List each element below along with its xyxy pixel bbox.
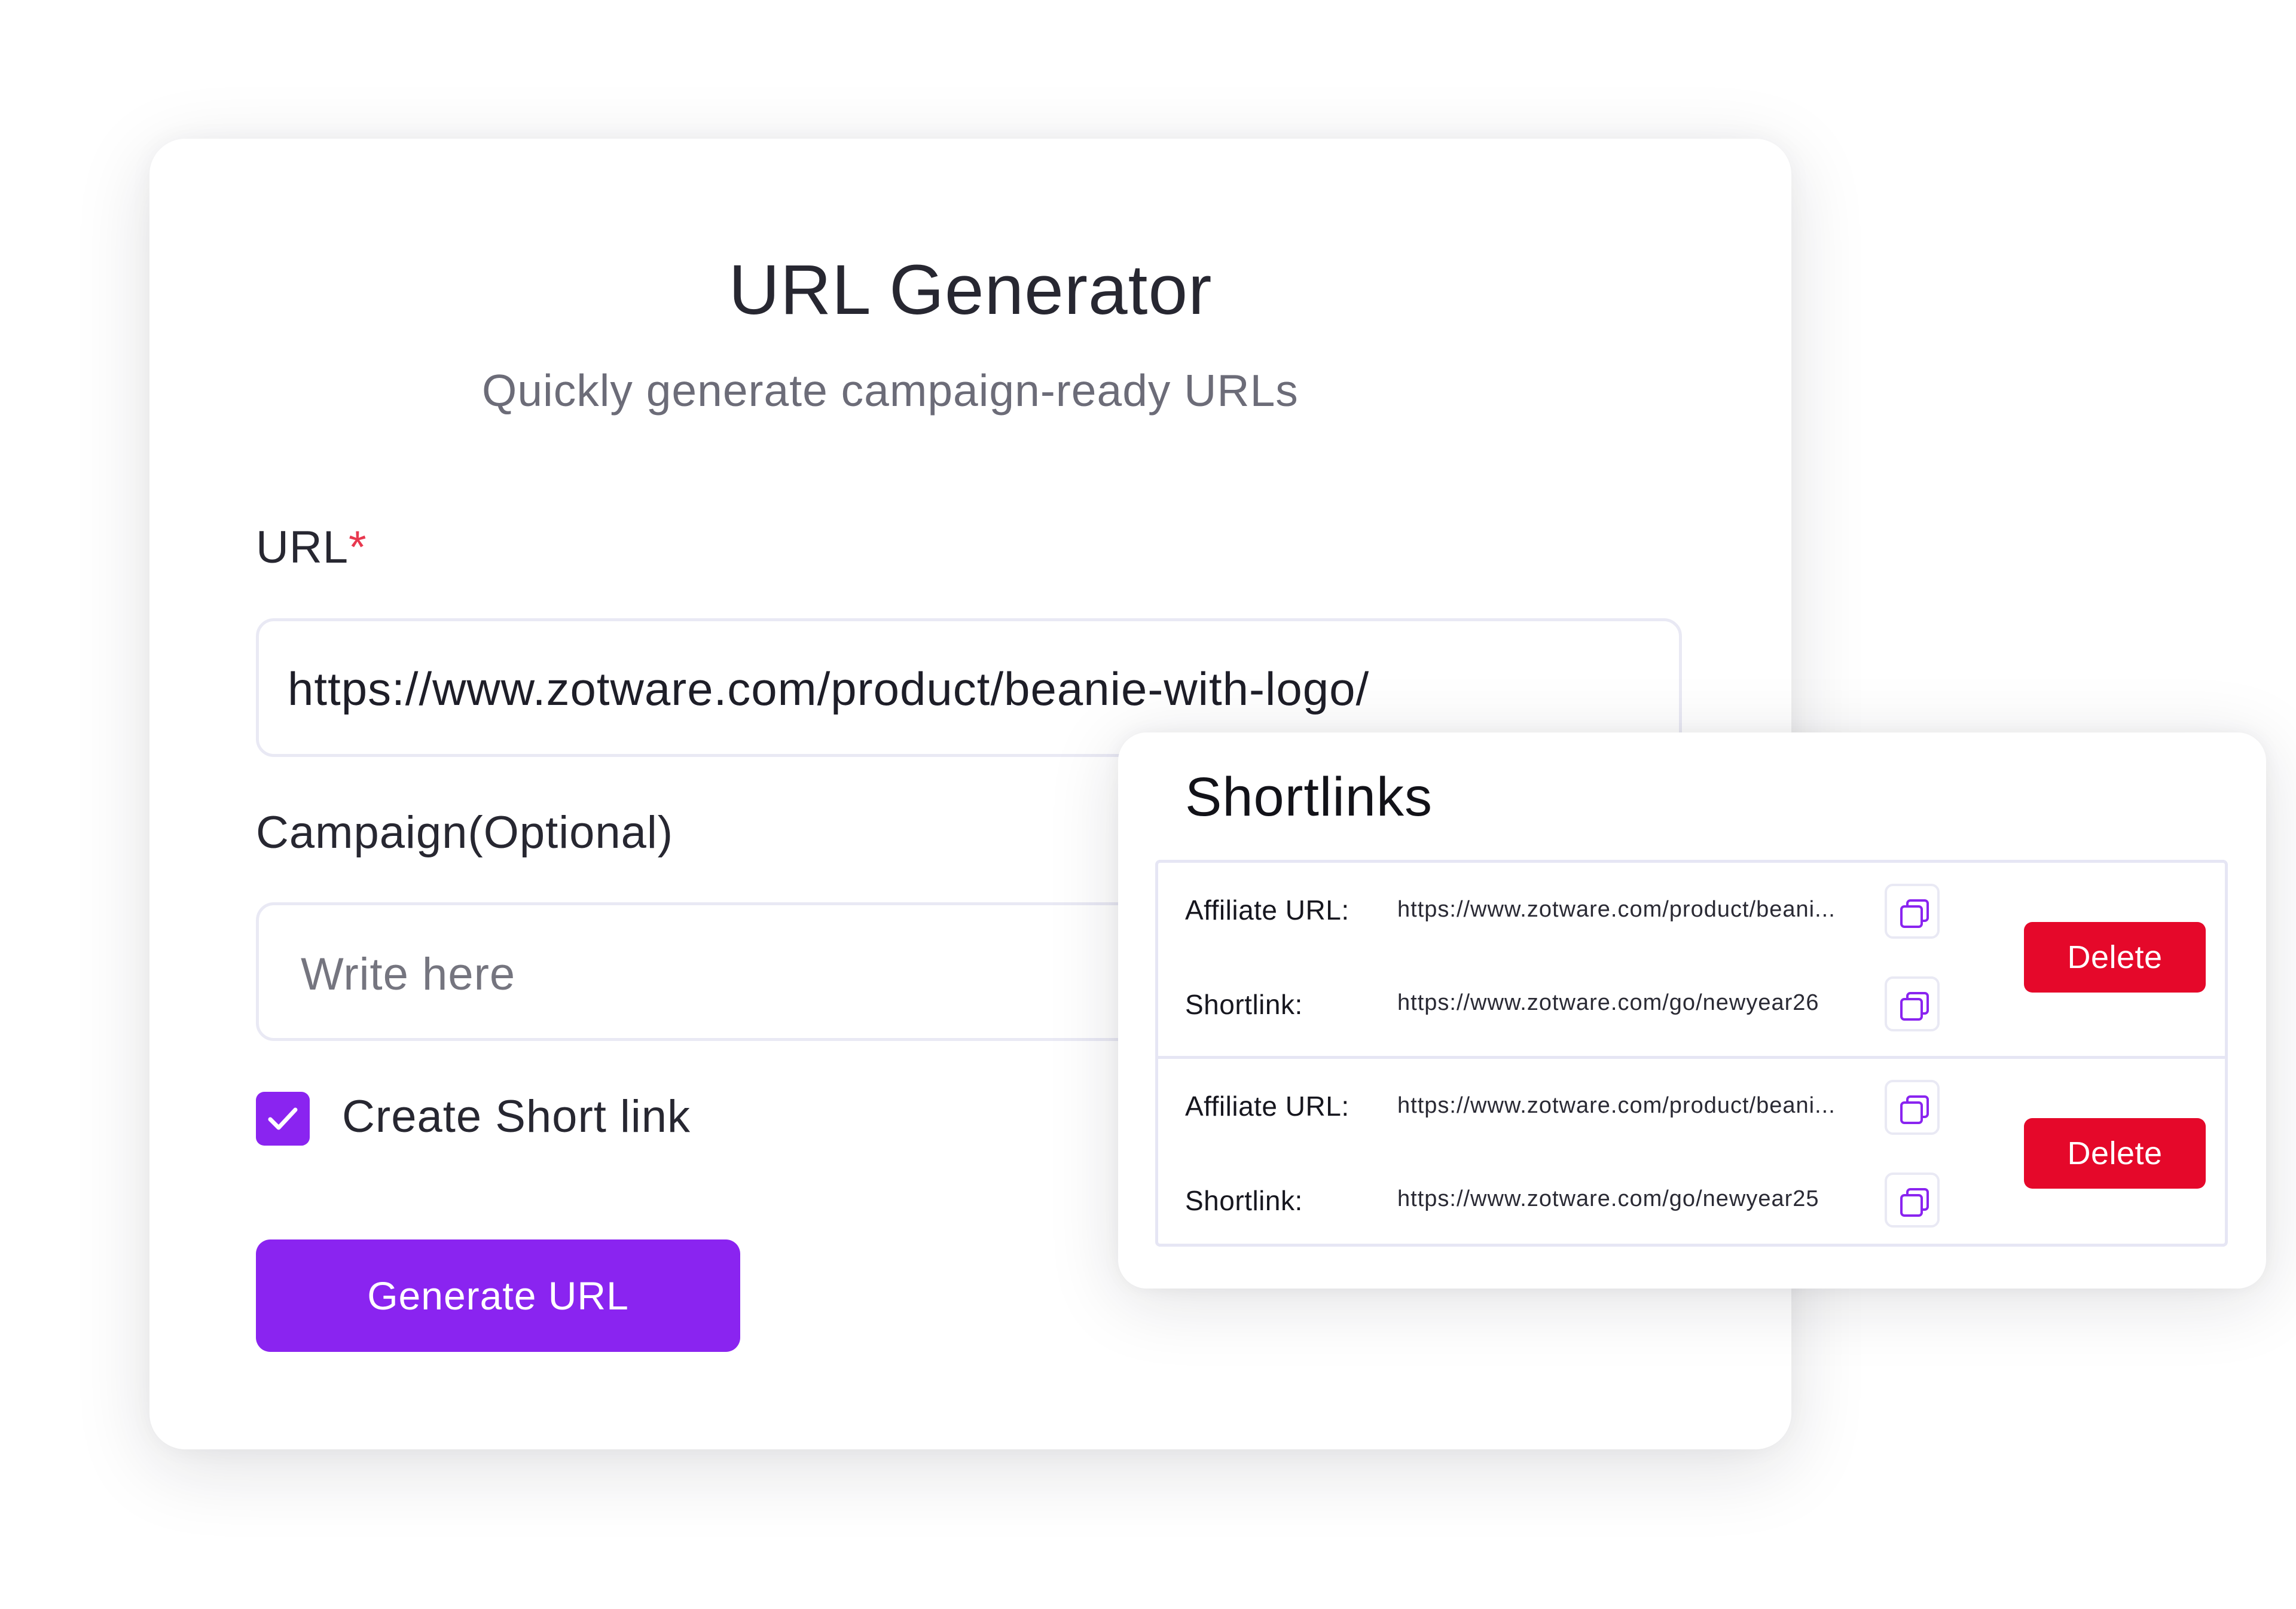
url-label-text: URL xyxy=(256,522,349,573)
affiliate-url-label: Affiliate URL: xyxy=(1185,894,1349,926)
shortlink-value: https://www.zotware.com/go/newyear26 xyxy=(1397,990,1819,1015)
shortlink-value: https://www.zotware.com/go/newyear25 xyxy=(1397,1186,1819,1211)
copy-icon xyxy=(1900,1095,1929,1124)
generate-url-button[interactable]: Generate URL xyxy=(256,1239,740,1352)
delete-button[interactable]: Delete xyxy=(2024,1118,2206,1189)
shortlinks-list: Affiliate URL: https://www.zotware.com/p… xyxy=(1155,860,2228,1247)
shortlink-label: Shortlink: xyxy=(1185,1185,1303,1216)
delete-button[interactable]: Delete xyxy=(2024,922,2206,993)
shortlink-row: Affiliate URL: https://www.zotware.com/p… xyxy=(1158,863,2225,1056)
page-title: URL Generator xyxy=(728,251,1213,329)
copy-shortlink-button[interactable] xyxy=(1885,1173,1940,1228)
affiliate-url-value: https://www.zotware.com/product/beani... xyxy=(1397,1093,1836,1118)
shortlinks-card: Shortlinks Affiliate URL: https://www.zo… xyxy=(1118,732,2266,1289)
create-short-link-label[interactable]: Create Short link xyxy=(342,1091,691,1143)
create-short-link-checkbox[interactable] xyxy=(256,1092,310,1146)
shortlink-row: Affiliate URL: https://www.zotware.com/p… xyxy=(1158,1056,2225,1249)
check-icon xyxy=(268,1107,298,1130)
affiliate-url-value: https://www.zotware.com/product/beani... xyxy=(1397,897,1836,922)
copy-icon xyxy=(1900,899,1929,928)
url-field-label: URL* xyxy=(256,521,367,573)
stage: URL Generator Quickly generate campaign-… xyxy=(0,0,2296,1609)
affiliate-url-label: Affiliate URL: xyxy=(1185,1091,1349,1122)
shortlinks-title: Shortlinks xyxy=(1185,767,1433,828)
campaign-field-label: Campaign(Optional) xyxy=(256,807,674,858)
copy-affiliate-url-button[interactable] xyxy=(1885,1080,1940,1135)
copy-icon xyxy=(1900,992,1929,1021)
campaign-input-placeholder: Write here xyxy=(301,949,516,1000)
copy-affiliate-url-button[interactable] xyxy=(1885,884,1940,939)
required-marker: * xyxy=(349,522,367,573)
copy-icon xyxy=(1900,1188,1929,1217)
copy-shortlink-button[interactable] xyxy=(1885,976,1940,1031)
shortlink-label: Shortlink: xyxy=(1185,989,1303,1020)
page-subtitle: Quickly generate campaign-ready URLs xyxy=(482,365,1299,416)
url-input-value: https://www.zotware.com/product/beanie-w… xyxy=(288,662,1370,715)
